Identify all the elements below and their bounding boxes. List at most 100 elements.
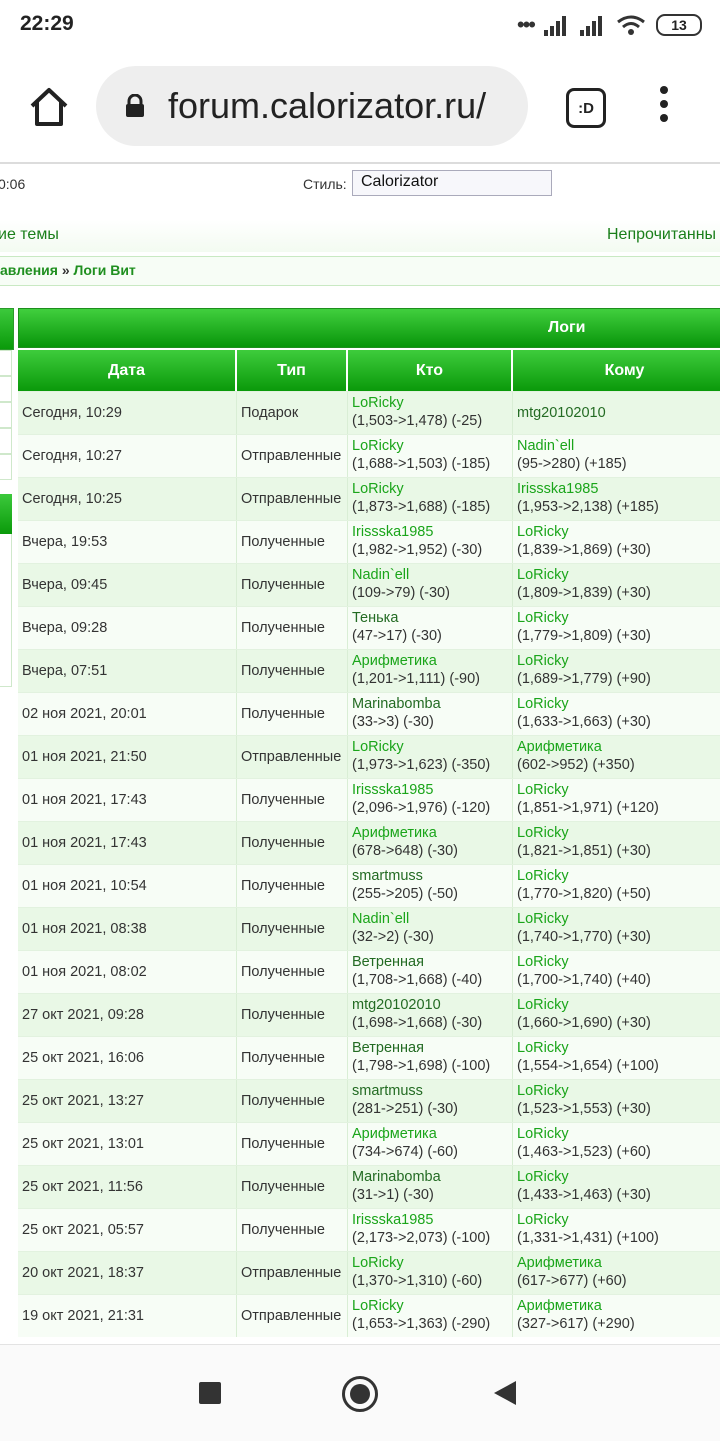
cell-who: Тенька (47->17) (-30) [348, 607, 513, 649]
cell-to: LoRicky (1,740->1,770) (+30) [513, 908, 720, 950]
recipient-link[interactable]: LoRicky [517, 695, 720, 713]
recipient-link[interactable]: Арифметика [517, 738, 720, 756]
cell-date: 02 ноя 2021, 20:01 [18, 693, 237, 735]
tab-switcher-button[interactable]: :D [566, 88, 606, 128]
cell-type: Полученные [237, 1166, 348, 1208]
recipient-link[interactable]: LoRicky [517, 824, 720, 842]
recipient-link[interactable]: LoRicky [517, 867, 720, 885]
status-icons: ••• 13 [517, 12, 702, 38]
recipient-link[interactable]: LoRicky [517, 1082, 720, 1100]
sender-balance: (109->79) (-30) [352, 585, 450, 601]
nav-link-topics[interactable]: ие темы [0, 226, 59, 244]
sender-link[interactable]: Irissska1985 [352, 523, 512, 541]
table-row: 01 ноя 2021, 08:02 Полученные Ветренная (1,… [18, 950, 720, 993]
sender-link[interactable]: Irissska1985 [352, 781, 512, 799]
table-row: Вчера, 09:28 Полученные Тенька (47->17) (-3… [18, 606, 720, 649]
recipient-link[interactable]: LoRicky [517, 1039, 720, 1057]
recipient-link[interactable]: Nadin`ell [517, 437, 720, 455]
table-row: 25 окт 2021, 05:57 Полученные Irissska1985… [18, 1208, 720, 1251]
recents-button[interactable] [199, 1382, 221, 1404]
sidebar-cell [0, 350, 12, 376]
recipient-balance: (1,821->1,851) (+30) [517, 843, 651, 859]
recipient-link[interactable]: LoRicky [517, 1125, 720, 1143]
recipient-link[interactable]: LoRicky [517, 523, 720, 541]
back-button[interactable] [494, 1381, 516, 1405]
overflow-menu-icon[interactable] [652, 86, 676, 130]
recipient-balance: (1,331->1,431) (+100) [517, 1230, 659, 1246]
cell-to: LoRicky (1,770->1,820) (+50) [513, 865, 720, 907]
recipient-link[interactable]: LoRicky [517, 566, 720, 584]
sender-link[interactable]: smartmuss [352, 867, 512, 885]
recipient-link[interactable]: LoRicky [517, 781, 720, 799]
column-header-to: Кому [513, 350, 720, 391]
sender-link[interactable]: Арифметика [352, 1125, 512, 1143]
table-row: Вчера, 09:45 Полученные Nadin`ell (109->79)… [18, 563, 720, 606]
cell-to: Irissska1985 (1,953->2,138) (+185) [513, 478, 720, 520]
cell-date: 01 ноя 2021, 08:38 [18, 908, 237, 950]
sender-balance: (255->205) (-50) [352, 886, 458, 902]
sender-link[interactable]: LoRicky [352, 738, 512, 756]
table-row: 02 ноя 2021, 20:01 Полученные Marinabomba(… [18, 692, 720, 735]
url-text: forum.calorizator.ru/ [168, 85, 487, 126]
sender-link[interactable]: Marinabomba [352, 695, 512, 713]
sender-link[interactable]: LoRicky [352, 437, 512, 455]
table-row: 01 ноя 2021, 17:43 Полученные Irissska1985… [18, 778, 720, 821]
sender-link[interactable]: Nadin`ell [352, 910, 512, 928]
sender-link[interactable]: Marinabomba [352, 1168, 512, 1186]
address-bar[interactable]: forum.calorizator.ru/ [96, 66, 528, 146]
recipient-link[interactable]: LoRicky [517, 1211, 720, 1229]
recipient-link[interactable]: LoRicky [517, 1168, 720, 1186]
sender-link[interactable]: Nadin`ell [352, 566, 512, 584]
sender-balance: (1,798->1,698) (-100) [352, 1058, 491, 1074]
sender-balance: (678->648) (-30) [352, 843, 458, 859]
breadcrumb-current-link[interactable]: Логи Вит [74, 262, 136, 278]
sender-link[interactable]: LoRicky [352, 1254, 512, 1272]
sender-link[interactable]: smartmuss [352, 1082, 512, 1100]
sender-link[interactable]: Тенька [352, 609, 512, 627]
recipient-link[interactable]: Irissska1985 [517, 480, 720, 498]
cell-who: mtg20102010 (1,698->1,668) (-30) [348, 994, 513, 1036]
cell-date: 01 ноя 2021, 08:02 [18, 951, 237, 993]
cell-who: Арифметика (678->648) (-30) [348, 822, 513, 864]
sender-link[interactable]: Irissska1985 [352, 1211, 512, 1229]
recipient-link[interactable]: Арифметика [517, 1254, 720, 1272]
recipient-link[interactable]: Арифметика [517, 1297, 720, 1315]
cell-to: LoRicky (1,851->1,971) (+120) [513, 779, 720, 821]
battery-icon: 13 [656, 14, 702, 36]
sender-link[interactable]: Ветренная [352, 1039, 512, 1057]
table-row: 25 окт 2021, 13:27 Полученные smartmuss (28… [18, 1079, 720, 1122]
sender-balance: (1,688->1,503) (-185) [352, 456, 491, 472]
recipient-link[interactable]: LoRicky [517, 910, 720, 928]
signal-icon [544, 16, 566, 36]
nav-link-unread[interactable]: Непрочитанны [607, 226, 716, 244]
cell-type: Полученные [237, 822, 348, 864]
recipient-link[interactable]: LoRicky [517, 609, 720, 627]
sender-balance: (734->674) (-60) [352, 1144, 458, 1160]
recipient-link[interactable]: LoRicky [517, 953, 720, 971]
sender-link[interactable]: Арифметика [352, 824, 512, 842]
style-select[interactable]: Calorizator [352, 170, 552, 196]
sender-link[interactable]: Арифметика [352, 652, 512, 670]
cell-type: Подарок [237, 392, 348, 434]
table-row: 19 окт 2021, 21:31 Отправленные LoRicky (1,… [18, 1294, 720, 1337]
sender-link[interactable]: LoRicky [352, 1297, 512, 1315]
recipient-link[interactable]: mtg20102010 [517, 404, 606, 422]
sender-balance: (1,698->1,668) (-30) [352, 1015, 483, 1031]
breadcrumb-parent-link[interactable]: авления [0, 262, 58, 278]
cell-date: Вчера, 19:53 [18, 521, 237, 563]
sender-link[interactable]: Ветренная [352, 953, 512, 971]
sender-balance: (1,973->1,623) (-350) [352, 757, 491, 773]
cell-to: LoRicky (1,523->1,553) (+30) [513, 1080, 720, 1122]
sender-link[interactable]: mtg20102010 [352, 996, 512, 1014]
home-icon[interactable] [24, 82, 74, 132]
recipient-link[interactable]: LoRicky [517, 652, 720, 670]
sender-balance: (2,096->1,976) (-120) [352, 800, 491, 816]
recipient-link[interactable]: LoRicky [517, 996, 720, 1014]
cell-date: Вчера, 07:51 [18, 650, 237, 692]
home-button[interactable] [342, 1376, 378, 1412]
sender-link[interactable]: LoRicky [352, 480, 512, 498]
cell-who: Irissska1985 (2,173->2,073) (-100) [348, 1209, 513, 1251]
web-page: 0:06 Стиль: Calorizator ие темы Непрочит… [0, 164, 720, 1344]
recipient-balance: (1,660->1,690) (+30) [517, 1015, 651, 1031]
sender-link[interactable]: LoRicky [352, 394, 512, 412]
